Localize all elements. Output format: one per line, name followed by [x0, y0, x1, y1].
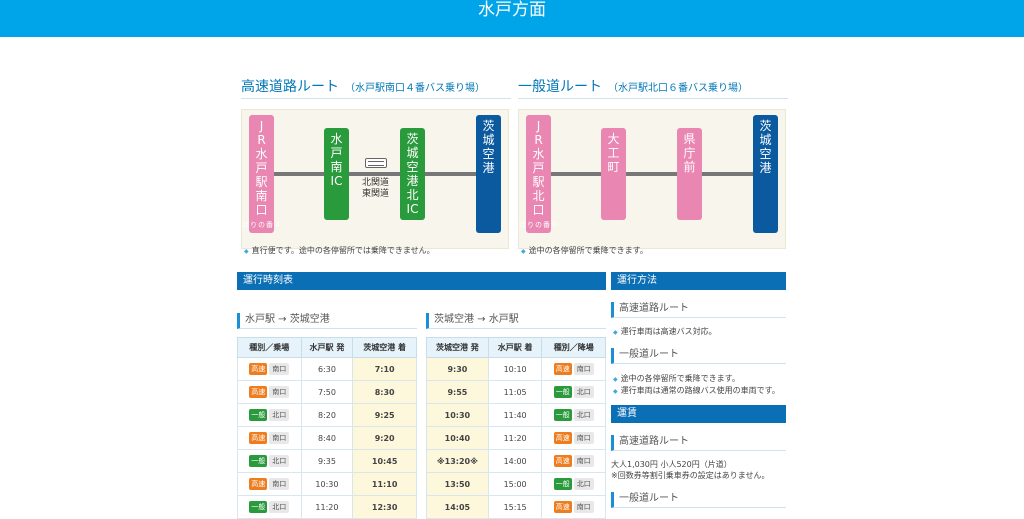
table-row: 10:40 11:20 高速 南口 — [426, 426, 606, 450]
fare-express-text: 大人1,030円 小人520円（片道） ※回数券等割引乗車券の設定はありません。 — [611, 460, 770, 480]
route-type-badge: 一般 — [553, 409, 572, 421]
route-type-badge: 一般 — [249, 455, 268, 467]
timetable-bar: 運行時刻表 — [237, 272, 606, 290]
route-stop: 茨城空港 — [476, 115, 501, 233]
gate-badge: 南口 — [573, 363, 594, 375]
gate-badge: 北口 — [573, 386, 594, 398]
expressway-route-title: 高速道路ルート （水戸駅南口４番バス乗り場） — [241, 76, 511, 99]
route-type-badge: 高速 — [249, 386, 268, 398]
operation-general-title: 一般道ルート — [611, 348, 786, 364]
route-line — [533, 172, 773, 176]
route-stop: 水戸南 IC — [324, 128, 349, 220]
page-title: 水戸方面 — [478, 0, 546, 20]
gate-badge: 南口 — [269, 386, 290, 398]
general-note: 途中の各停留所で乗降できます。 — [521, 245, 648, 256]
expressway-note: 直行便です。途中の各停留所では乗降できません。 — [244, 245, 435, 256]
table-row: 高速 南口 6:30 7:10 — [237, 357, 417, 381]
column-header: 水戸駅 発 — [300, 337, 354, 358]
column-header: 種別／乗場 — [237, 337, 302, 358]
gate-badge: 北口 — [269, 409, 290, 421]
route-type-badge: 高速 — [553, 432, 572, 444]
page-header: 水戸方面 — [0, 0, 1024, 37]
route-type-badge: 高速 — [553, 455, 572, 467]
column-header: 水戸駅 着 — [487, 337, 543, 358]
route-stop: 大工町 — [601, 128, 626, 220]
table-row: 13:50 15:00 一般 北口 — [426, 472, 606, 496]
to-airport-timetable: 種別／乗場 水戸駅 発 茨城空港 着 高速 南口 6:30 7:10 高速 南口 7:50 8… — [237, 337, 417, 519]
to-mito-title: 茨城空港 → 水戸駅 — [426, 313, 606, 329]
fare-general-title: 一般道ルート — [611, 492, 786, 508]
column-header: 茨城空港 発 — [426, 337, 489, 358]
route-stop: J R 水戸駅南口 ４番のりば — [242, 115, 282, 233]
route-stop: 茨城空港 — [753, 115, 778, 233]
route-type-badge: 高速 — [553, 501, 572, 513]
gate-badge: 北口 — [573, 409, 594, 421]
route-type-badge: 高速 — [249, 478, 268, 490]
expressway-diagram: 北関道 東関道 J R 水戸駅南口 ４番のりば 水戸南 IC 茨城空港北 IC 茨城空港 — [241, 109, 509, 249]
route-stop: 県庁前 — [677, 128, 702, 220]
operation-express-notes: 運行車両は高速バス対応。 — [613, 326, 717, 338]
gate-badge: 南口 — [269, 363, 290, 375]
operation-bar: 運行方法 — [611, 272, 786, 290]
route-line — [256, 172, 496, 176]
column-header: 茨城空港 着 — [352, 337, 417, 358]
table-row: 10:30 11:40 一般 北口 — [426, 403, 606, 427]
gate-badge: 南口 — [269, 478, 290, 490]
general-route: 一般道ルート （水戸駅北口６番バス乗り場） J R 水戸駅北口 ６番のりば 大工町 県庁前 茨… — [518, 76, 788, 249]
route-type-badge: 一般 — [249, 409, 268, 421]
fare-express-title: 高速道路ルート — [611, 435, 786, 451]
table-row: 高速 南口 10:30 11:10 — [237, 472, 417, 496]
gate-badge: 北口 — [269, 501, 290, 513]
fare-bar: 運賃 — [611, 405, 786, 423]
general-diagram: J R 水戸駅北口 ６番のりば 大工町 県庁前 茨城空港 — [518, 109, 786, 249]
gate-badge: 北口 — [573, 478, 594, 490]
to-mito-timetable: 茨城空港 発 水戸駅 着 種別／降場 9:30 10:10 高速 南口 9:55 11:0… — [426, 337, 606, 519]
to-airport-title: 水戸駅 → 茨城空港 — [237, 313, 417, 329]
column-header: 種別／降場 — [541, 337, 606, 358]
gate-badge: 南口 — [573, 455, 594, 467]
operation-general-notes: 途中の各停留所で乗降できます。 運行車両は通常の路線バス使用の車両です。 — [613, 373, 780, 397]
operation-express-title: 高速道路ルート — [611, 302, 786, 318]
table-row: 9:55 11:05 一般 北口 — [426, 380, 606, 404]
route-type-badge: 高速 — [553, 363, 572, 375]
expressway-route: 高速道路ルート （水戸駅南口４番バス乗り場） 北関道 東関道 J R 水戸駅南口 ４番の… — [241, 76, 511, 249]
table-row: 9:30 10:10 高速 南口 — [426, 357, 606, 381]
route-type-badge: 一般 — [249, 501, 268, 513]
gate-badge: 北口 — [269, 455, 290, 467]
gate-badge: 南口 — [573, 501, 594, 513]
table-row: 一般 北口 9:35 10:45 — [237, 449, 417, 473]
route-type-badge: 一般 — [553, 386, 572, 398]
route-type-badge: 一般 — [553, 478, 572, 490]
table-row: ※13:20※ 14:00 高速 南口 — [426, 449, 606, 473]
table-row: 高速 南口 8:40 9:20 — [237, 426, 417, 450]
route-stop: J R 水戸駅北口 ６番のりば — [519, 115, 559, 233]
table-row: 一般 北口 8:20 9:25 — [237, 403, 417, 427]
bus-route-label: 北関道 東関道 — [362, 178, 390, 199]
route-stop: 茨城空港北 IC — [400, 128, 425, 220]
table-row: 高速 南口 7:50 8:30 — [237, 380, 417, 404]
table-row: 14:05 15:15 高速 南口 — [426, 495, 606, 519]
general-route-title: 一般道ルート （水戸駅北口６番バス乗り場） — [518, 76, 788, 99]
bus-icon — [365, 158, 387, 168]
gate-badge: 南口 — [269, 432, 290, 444]
route-type-badge: 高速 — [249, 432, 268, 444]
gate-badge: 南口 — [573, 432, 594, 444]
route-type-badge: 高速 — [249, 363, 268, 375]
table-row: 一般 北口 11:20 12:30 — [237, 495, 417, 519]
